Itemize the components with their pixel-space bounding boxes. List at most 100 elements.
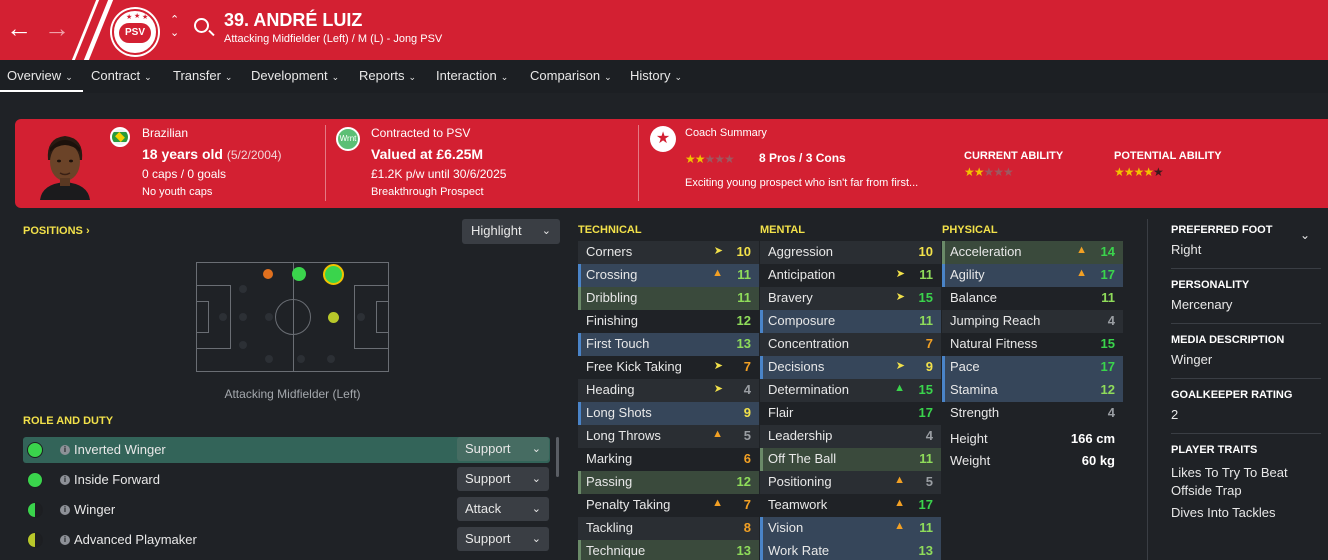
current-ability-stars: ★★★★★: [964, 165, 1014, 179]
attribute-row[interactable]: Finishing 12: [578, 310, 759, 333]
attribute-row[interactable]: Stamina 12: [942, 379, 1123, 402]
forward-arrow-icon[interactable]: →: [44, 14, 70, 42]
attribute-name: Stamina: [950, 382, 998, 397]
attribute-row[interactable]: Long Throws ▲ 5: [578, 425, 759, 448]
back-arrow-icon[interactable]: ←: [6, 14, 32, 42]
attribute-row[interactable]: Bravery ➤ 15: [760, 287, 941, 310]
player-trait[interactable]: Offside Trap: [1171, 483, 1242, 498]
attribute-value: 11: [1101, 290, 1115, 305]
attribute-row[interactable]: Crossing ▲ 11: [578, 264, 759, 287]
attribute-row[interactable]: Vision ▲ 11: [760, 517, 941, 540]
attribute-row[interactable]: Natural Fitness 15: [942, 333, 1123, 356]
player-trait[interactable]: Dives Into Tackles: [1171, 505, 1276, 520]
coach-summary-text: Exciting young prospect who isn't far fr…: [685, 177, 919, 189]
attribute-name: Determination: [768, 382, 849, 397]
attribute-row[interactable]: Pace 17: [942, 356, 1123, 379]
attribute-value: 4: [743, 382, 751, 397]
attribute-row[interactable]: Corners ➤ 10: [578, 241, 759, 264]
technical-attributes: Corners ➤ 10 Crossing ▲ 11 Dribbling 11 Finis…: [578, 241, 759, 560]
info-icon[interactable]: i: [60, 535, 70, 545]
attribute-row[interactable]: Composure 11: [760, 310, 941, 333]
attribute-name: Composure: [768, 313, 836, 328]
duty-dropdown[interactable]: Attack ⌄: [457, 497, 549, 521]
attribute-row[interactable]: Aggression 10: [760, 241, 941, 264]
duty-dropdown[interactable]: Support ⌄: [457, 527, 549, 551]
attribute-row[interactable]: Decisions ➤ 9: [760, 356, 941, 379]
attribute-row[interactable]: Leadership 4: [760, 425, 941, 448]
tab-label: Development: [251, 68, 328, 83]
tab-label: Overview: [7, 68, 62, 83]
brazil-flag-icon: [110, 127, 130, 147]
player-header: ← → ★ ★ ★ PSV ⌃ ⌄ 39. ANDRÉ LUIZ Attackin…: [0, 0, 1328, 60]
duty-dropdown[interactable]: Support ⌄: [457, 467, 549, 491]
attribute-row[interactable]: Technique 13: [578, 540, 759, 560]
banner-divider: [638, 125, 639, 201]
prospect-status: Breakthrough Prospect: [371, 186, 484, 198]
player-value: Valued at £6.25M: [371, 146, 484, 162]
attribute-row[interactable]: Agility ▲ 17: [942, 264, 1123, 287]
tab-development[interactable]: Development ⌄: [251, 68, 339, 83]
chevron-down-icon[interactable]: ⌄: [1300, 228, 1310, 242]
attribute-row[interactable]: Work Rate 13: [760, 540, 941, 560]
highlight-dropdown[interactable]: Highlight ⌄: [462, 219, 560, 244]
attribute-row[interactable]: Strength 4: [942, 402, 1123, 425]
tab-contract[interactable]: Contract ⌄: [91, 68, 152, 83]
attribute-row[interactable]: First Touch 13: [578, 333, 759, 356]
attribute-row[interactable]: Heading ➤ 4: [578, 379, 759, 402]
attribute-row[interactable]: Dribbling 11: [578, 287, 759, 310]
chevron-down-icon: ⌄: [65, 72, 73, 82]
attribute-row[interactable]: Marking 6: [578, 448, 759, 471]
duty-dropdown[interactable]: Support ⌄: [457, 437, 549, 461]
duty-label: Attack: [465, 501, 502, 516]
weight-label: Weight: [950, 453, 991, 468]
tab-interaction[interactable]: Interaction ⌄: [436, 68, 508, 83]
age-value: 18 years old: [142, 146, 223, 162]
attribute-row[interactable]: Tackling 8: [578, 517, 759, 540]
attribute-row[interactable]: Passing 12: [578, 471, 759, 494]
attribute-row[interactable]: Concentration 7: [760, 333, 941, 356]
attribute-name: Penalty Taking: [586, 497, 671, 512]
potential-ability-label: POTENTIAL ABILITY: [1114, 150, 1222, 162]
attribute-value: 13: [918, 543, 933, 558]
role-row[interactable]: i Advanced Playmaker Support ⌄: [23, 527, 550, 553]
arrow-right-icon: ➤: [895, 268, 905, 280]
info-icon[interactable]: i: [60, 445, 70, 455]
divider: [1171, 433, 1321, 434]
role-list-scrollbar[interactable]: [556, 437, 559, 477]
attribute-row[interactable]: Long Shots 9: [578, 402, 759, 425]
role-row[interactable]: i Inverted Winger Support ⌄: [23, 437, 550, 463]
tab-overview[interactable]: Overview ⌄: [7, 68, 73, 83]
coach-summary-label[interactable]: Coach Summary: [685, 127, 767, 139]
attribute-row[interactable]: Positioning ▲ 5: [760, 471, 941, 494]
attribute-row[interactable]: Free Kick Taking ➤ 7: [578, 356, 759, 379]
search-icon[interactable]: [194, 18, 209, 33]
attribute-row[interactable]: Off The Ball 11: [760, 448, 941, 471]
attribute-row[interactable]: Balance 11: [942, 287, 1123, 310]
role-row[interactable]: i Inside Forward Support ⌄: [23, 467, 550, 493]
attribute-row[interactable]: Jumping Reach 4: [942, 310, 1123, 333]
tab-comparison[interactable]: Comparison ⌄: [530, 68, 612, 83]
attribute-row[interactable]: Teamwork ▲ 17: [760, 494, 941, 517]
attribute-row[interactable]: Acceleration ▲ 14: [942, 241, 1123, 264]
attribute-name: Corners: [586, 244, 633, 259]
positions-title[interactable]: POSITIONS ›: [23, 225, 90, 237]
info-icon[interactable]: i: [60, 505, 70, 515]
position-dot-ml: [263, 269, 273, 279]
attribute-row[interactable]: Penalty Taking ▲ 7: [578, 494, 759, 517]
role-row[interactable]: i Winger Attack ⌄: [23, 497, 550, 523]
attribute-value: 4: [1107, 313, 1115, 328]
attribute-name: Marking: [586, 451, 633, 466]
info-icon[interactable]: i: [60, 475, 70, 485]
attribute-name: Balance: [950, 290, 997, 305]
attribute-row[interactable]: Flair 17: [760, 402, 941, 425]
tab-reports[interactable]: Reports ⌄: [359, 68, 416, 83]
attribute-row[interactable]: Anticipation ➤ 11: [760, 264, 941, 287]
attribute-row[interactable]: Determination ▲ 15: [760, 379, 941, 402]
tab-transfer[interactable]: Transfer ⌄: [173, 68, 232, 83]
tab-history[interactable]: History ⌄: [630, 68, 682, 83]
role-duty-title: ROLE AND DUTY: [23, 415, 114, 427]
physical-title: PHYSICAL: [942, 224, 998, 236]
coach-rating-stars: ★★★★★: [685, 152, 735, 166]
player-switch-icon[interactable]: ⌃ ⌄: [170, 14, 179, 40]
player-trait[interactable]: Likes To Try To Beat: [1171, 465, 1288, 480]
